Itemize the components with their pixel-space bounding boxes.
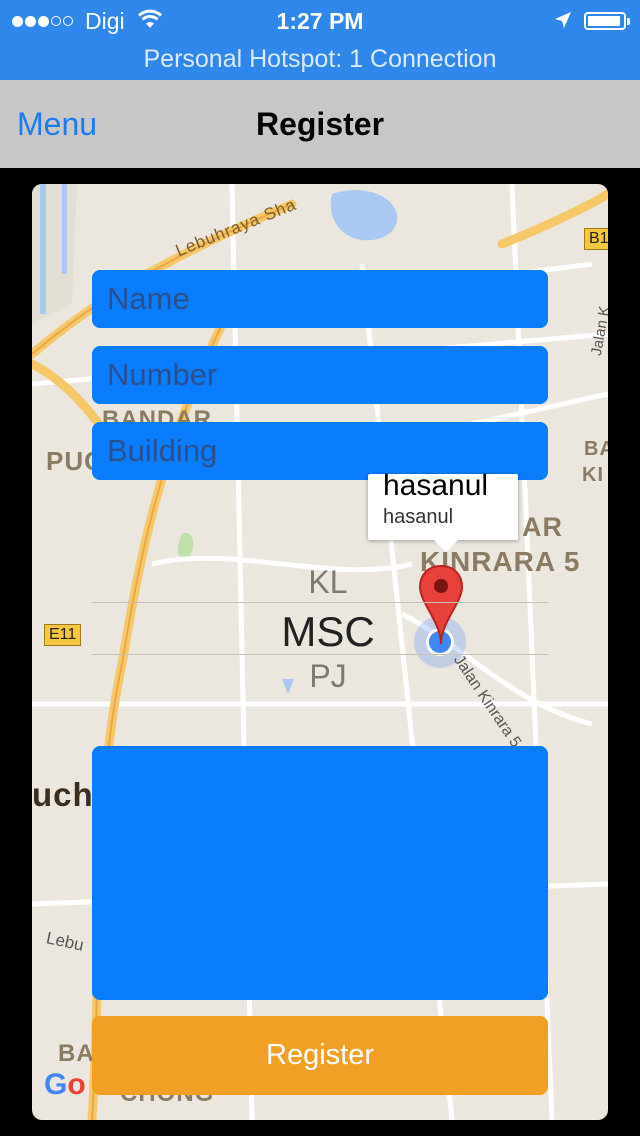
- map-label: BA: [584, 438, 608, 460]
- picker-divider-top: [92, 602, 548, 603]
- map-label: BA: [58, 1040, 95, 1067]
- picker-selected-option[interactable]: MSC: [252, 608, 404, 656]
- highway-shield: B1: [584, 228, 608, 250]
- location-arrow-icon: [554, 6, 572, 36]
- navigation-bar: Menu Register: [0, 80, 640, 168]
- google-logo: Go: [44, 1068, 86, 1101]
- status-bar: Digi 1:27 PM Personal Hotspot: 1 Connect…: [0, 0, 640, 80]
- picker-option[interactable]: PJ: [272, 658, 384, 695]
- comments-textarea[interactable]: [92, 746, 548, 1000]
- callout-title: hasanul: [383, 469, 489, 502]
- register-button[interactable]: Register: [92, 1016, 548, 1095]
- status-right: [554, 6, 630, 36]
- picker-option[interactable]: KL: [272, 564, 384, 601]
- callout-subtitle: hasanul: [383, 506, 454, 528]
- page-title: Register: [255, 106, 385, 142]
- map-label: KI: [582, 464, 604, 486]
- highway-shield: E11: [44, 624, 82, 646]
- hotspot-banner[interactable]: Personal Hotspot: 1 Connection: [0, 42, 640, 76]
- name-field[interactable]: Name: [92, 270, 548, 328]
- map-callout[interactable]: hasanul hasanul: [368, 469, 518, 552]
- battery-icon: [584, 12, 630, 30]
- map-label: AR: [522, 512, 563, 542]
- status-time: 1:27 PM: [276, 8, 364, 34]
- map-view[interactable]: Lebuhraya Sha BANDAR PUC AR KINRARA 5 BA…: [32, 184, 608, 1120]
- number-field[interactable]: Number: [92, 346, 548, 404]
